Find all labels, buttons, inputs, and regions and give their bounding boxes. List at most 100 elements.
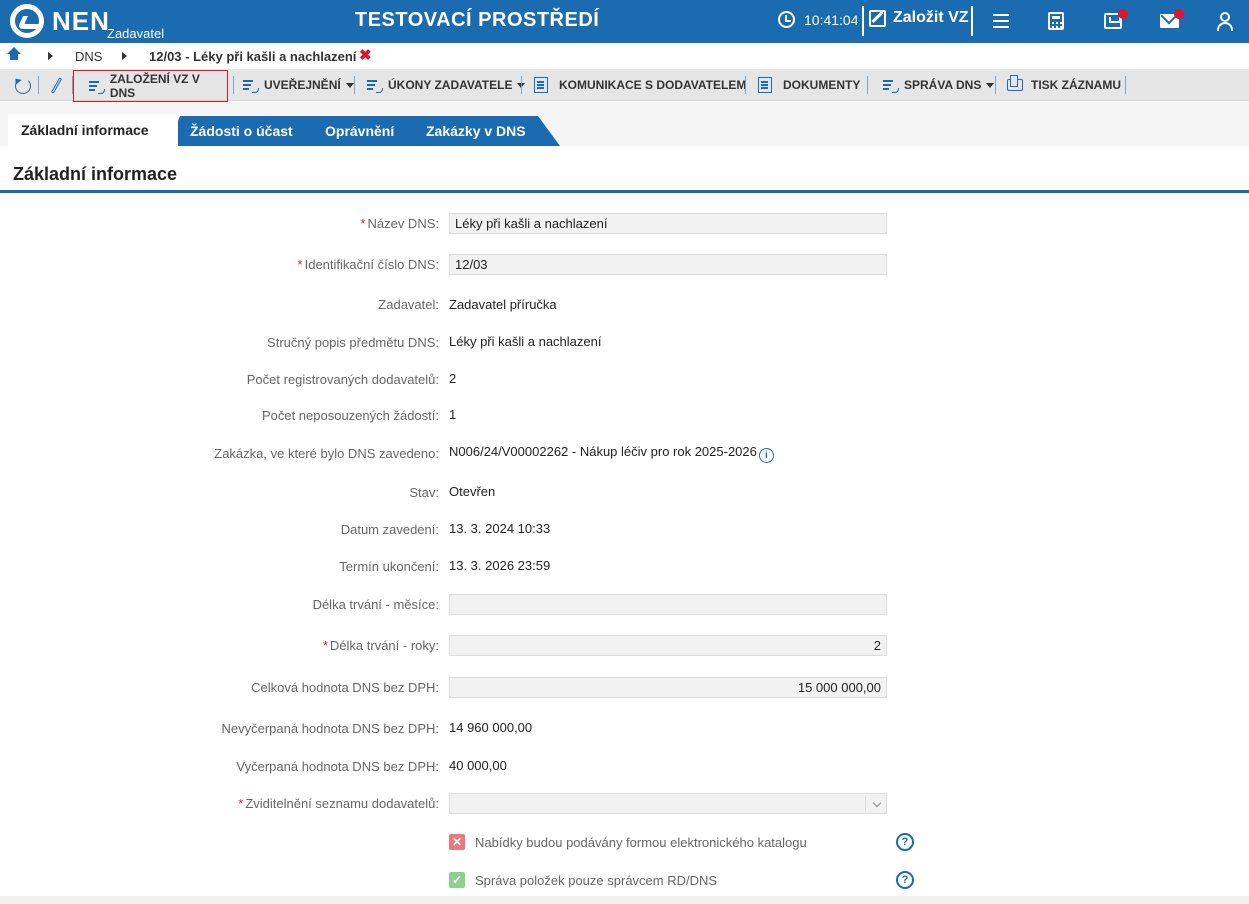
sprava-polozek-checkbox[interactable]: ✓ (449, 872, 465, 888)
nazev-dns-label: * Název DNS: (360, 216, 439, 231)
pocet-neposouzenych-label: Počet neposouzených žádostí: (261, 408, 439, 423)
strucny-popis-value: Léky při kašli a nachlazení (449, 334, 602, 349)
toolbar-label: KOMUNIKACE S DODAVATELEM (559, 78, 747, 92)
uverejneni-dropdown[interactable]: UVEŘEJNĚNÍ (243, 69, 354, 101)
header-divider (971, 6, 973, 36)
required-mark: * (297, 257, 303, 272)
elektronicky-katalog-checkbox[interactable]: ✕ (449, 834, 465, 850)
zakazka-label: Zakázka, ve které bylo DNS zavedeno: (214, 446, 439, 461)
zviditelneni-label: * Zviditelnění seznamu dodavatelů: (238, 796, 439, 811)
breadcrumb-dns[interactable]: DNS (75, 49, 102, 64)
toolbar-separator (745, 76, 746, 94)
page-bottom-strip (0, 896, 1249, 904)
identifikacni-cislo-field[interactable]: 12/03 (449, 254, 887, 275)
refresh-icon[interactable] (15, 78, 31, 94)
toolbar-separator (354, 76, 355, 94)
info-icon[interactable]: i (758, 448, 774, 463)
nevycerpana-hodnota-label: Nevyčerpaná hodnota DNS bez DPH: (221, 721, 439, 736)
header-divider (862, 6, 864, 36)
logo-text: NEN (52, 6, 110, 36)
user-icon[interactable] (1216, 11, 1234, 31)
printer-icon (1007, 75, 1023, 91)
datum-zavedeni-value: 13. 3. 2024 10:33 (449, 521, 551, 536)
label-text: Délka trvání - roky: (329, 638, 439, 653)
breadcrumb-arrow-icon (48, 52, 53, 60)
termin-ukonceni-value: 13. 3. 2026 23:59 (449, 558, 551, 573)
label-text: Zviditelnění seznamu dodavatelů: (245, 796, 439, 811)
tisk-zaznamu-button[interactable]: TISK ZÁZNAMU (1007, 69, 1121, 101)
zviditelneni-select[interactable] (449, 793, 887, 814)
breadcrumb: DNS 12/03 - Léky při kašli a nachlazení … (0, 43, 1249, 69)
vycerpana-hodnota-label: Vyčerpaná hodnota DNS bez DPH: (236, 759, 439, 774)
chevron-down-icon (872, 798, 882, 808)
label-text: Název DNS: (367, 216, 439, 231)
toolbar-label: SPRÁVA DNS (904, 78, 982, 92)
section-title: Základní informace (13, 164, 178, 184)
breadcrumb-arrow-icon (122, 52, 127, 60)
tab-zakazky-v-dns[interactable]: Zakázky v DNS (380, 116, 560, 146)
stav-label: Stav: (409, 485, 439, 500)
session-clock: 10:41:04 (778, 11, 859, 28)
help-icon[interactable]: ? (896, 833, 914, 851)
action-toolbar: ZALOŽENÍ VZ V DNS UVEŘEJNĚNÍ ÚKONY ZADAV… (0, 69, 1249, 102)
logo-subtitle: Zadavatel (107, 26, 165, 41)
clock-icon (778, 11, 795, 28)
create-vz-button[interactable]: Založit VZ (869, 9, 969, 27)
toolbar-separator (867, 76, 868, 94)
zakazka-value: N006/24/V00002262 - Nákup léčiv pro rok … (449, 444, 774, 463)
toolbar-separator (995, 76, 996, 94)
dokumenty-button[interactable]: DOKUMENTY (758, 69, 860, 101)
required-mark: * (238, 796, 244, 811)
sprava-dns-dropdown[interactable]: SPRÁVA DNS (883, 69, 995, 101)
toolbar-label: UVEŘEJNĚNÍ (264, 78, 341, 92)
tab-bar: Zakázky v DNS Oprávnění Žádosti o účast … (0, 102, 1249, 146)
create-vz-label: Založit VZ (893, 9, 969, 26)
nevycerpana-hodnota-value: 14 960 000,00 (449, 720, 533, 735)
toolbar-label: DOKUMENTY (783, 78, 861, 92)
help-icon[interactable]: ? (896, 871, 914, 889)
delka-mesice-field[interactable] (449, 594, 887, 615)
close-icon[interactable]: ✖ (359, 46, 372, 64)
toolbar-label: ÚKONY ZADAVATELE (388, 78, 513, 92)
toolbar-separator (233, 76, 234, 94)
delka-roky-field[interactable]: 2 (449, 635, 887, 656)
datum-zavedeni-label: Datum zavedení: (340, 522, 439, 537)
termin-ukonceni-label: Termín ukončení: (339, 559, 439, 574)
toolbar-separator (521, 76, 522, 94)
tab-zadosti-o-ucast[interactable]: Žádosti o účast (168, 116, 323, 146)
zakazka-link[interactable]: N006/24/V00002262 - Nákup léčiv pro rok … (449, 444, 757, 459)
menu-icon[interactable] (990, 10, 1012, 32)
toolbar-separator (1125, 76, 1126, 94)
mail-notification-badge (1174, 9, 1184, 19)
nazev-dns-field[interactable]: Léky při kašli a nachlazení (449, 213, 887, 234)
tab-label: Oprávnění (325, 123, 395, 139)
tab-label: Základní informace (21, 122, 149, 138)
tab-zakladni-informace[interactable]: Základní informace (8, 114, 178, 146)
komunikace-s-dodavatelem-button[interactable]: KOMUNIKACE S DODAVATELEM (534, 69, 746, 101)
identifikacni-cislo-label: * Identifikační číslo DNS: (298, 257, 439, 272)
chevron-down-icon (345, 82, 354, 88)
pencil-icon[interactable] (50, 77, 63, 94)
nen-logo[interactable]: NEN Zadavatel (10, 4, 170, 41)
list-icon (367, 79, 383, 93)
zadavatel-value: Zadavatel příručka (449, 297, 557, 312)
document-icon (758, 77, 772, 93)
home-icon[interactable] (7, 47, 21, 62)
toolbar-label: TISK ZÁZNAMU (1031, 78, 1121, 92)
environment-title: TESTOVACÍ PROSTŘEDÍ (355, 9, 600, 31)
inbox-notification-badge (1118, 9, 1128, 19)
celkova-hodnota-label: Celková hodnota DNS bez DPH: (251, 680, 439, 695)
pocet-neposouzenych-value: 1 (449, 407, 457, 422)
toolbar-separator (38, 76, 39, 94)
logo-icon (10, 4, 44, 38)
edit-icon (869, 9, 886, 27)
select-divider (865, 796, 866, 811)
label-text: Identifikační číslo DNS: (304, 257, 439, 272)
celkova-hodnota-field[interactable]: 15 000 000,00 (449, 677, 887, 698)
required-mark: * (360, 216, 366, 231)
calculator-icon[interactable] (1048, 12, 1064, 30)
ukony-zadavatele-dropdown[interactable]: ÚKONY ZADAVATELE (367, 69, 526, 101)
pocet-registrovanych-label: Počet registrovaných dodavatelů: (246, 372, 439, 387)
zalozeni-vz-v-dns-button[interactable]: ZALOŽENÍ VZ V DNS (73, 70, 228, 102)
sprava-polozek-label: Správa položek pouze správcem RD/DNS (475, 873, 718, 888)
